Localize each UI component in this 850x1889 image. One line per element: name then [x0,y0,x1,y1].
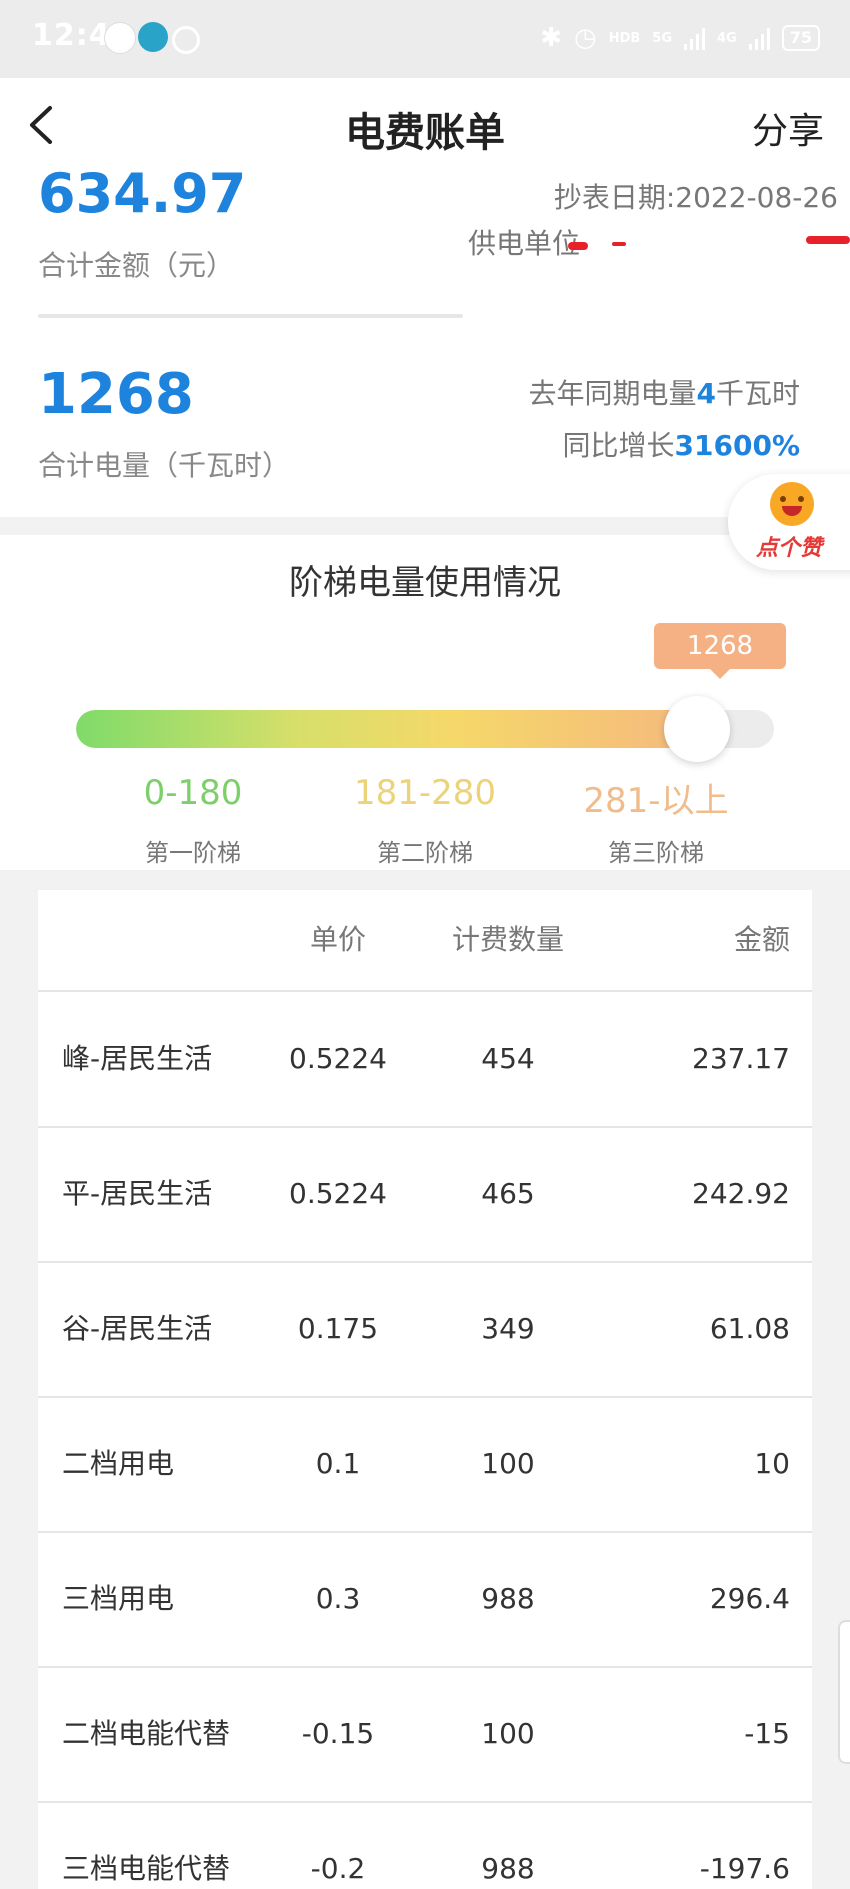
row-unit-price: 0.175 [297,1312,379,1345]
total-energy-label: 合计电量（千瓦时） [38,449,291,482]
redaction-mark [806,236,850,244]
table-row: 峰-居民生活 0.5224 454 237.17 [38,991,812,1128]
yoy-growth-value: 31600% [674,429,800,462]
status-bar: 12:49 ✱ ◷ HDB 5G 4G 75 [0,0,850,78]
bubble-tail [710,669,730,679]
row-amount: 237.17 [692,1042,790,1075]
row-billed-quantity: 465 [481,1177,535,1210]
row-unit-price: -0.2 [310,1852,366,1885]
row-billed-quantity: 100 [481,1717,535,1750]
row-amount: -15 [744,1717,790,1750]
alarm-icon: ◷ [574,23,597,53]
supply-unit-label: 供电单位 [468,227,581,260]
like-button[interactable]: 点个赞 [728,474,850,570]
tier-progress-fill [76,710,704,748]
row-item-name: 平-居民生活 [62,1177,213,1210]
table-row: 二档电能代替 -0.15 100 -15 [38,1666,812,1803]
table-row: 平-居民生活 0.5224 465 242.92 [38,1126,812,1263]
row-amount: 61.08 [709,1312,790,1345]
row-billed-quantity: 349 [481,1312,535,1345]
row-item-name: 三档用电 [62,1582,175,1615]
bill-summary: 634.97 合计金额（元） 抄表日期:2022-08-26 供电单位 1268… [0,162,850,517]
row-amount: 242.92 [692,1177,790,1210]
table-header-row: 单价 计费数量 金额 [38,890,812,992]
redaction-mark [568,242,588,250]
tier-usage-section: 阶梯电量使用情况 1268 0-180 181-280 281-以上 第一阶梯 … [0,535,850,870]
tier-usage-title: 阶梯电量使用情况 [289,563,561,603]
table-row: 三档电能代替 -0.2 988 -197.6 [38,1801,812,1889]
row-billed-quantity: 454 [481,1042,535,1075]
last-year-energy-prefix: 去年同期电量 [528,377,697,410]
current-usage-bubble: 1268 [654,623,786,669]
battery-icon: 75 [781,25,820,51]
like-label: 点个赞 [756,536,823,561]
row-item-name: 峰-居民生活 [62,1042,213,1075]
timer-notification-icon [172,26,200,54]
grid-app-notification-icon [138,22,168,52]
header-billed-quantity: 计费数量 [451,923,564,956]
table-row: 三档用电 0.3 988 296.4 [38,1531,812,1668]
signal-5g-icon [684,26,706,50]
charges-table: 单价 计费数量 金额 峰-居民生活 0.5224 454 237.17 平-居民生活 0.… [38,890,812,1889]
row-unit-price: 0.5224 [289,1177,387,1210]
header-unit-price: 单价 [309,923,366,956]
last-year-energy: 去年同期电量4千瓦时 [528,372,800,412]
row-unit-price: -0.15 [301,1717,375,1750]
smile-emoji-icon [770,482,814,526]
status-indicators: ✱ ◷ HDB 5G 4G 75 [540,22,820,54]
signal-4g-icon [748,26,770,50]
row-amount: 10 [754,1447,790,1480]
redaction-mark [612,242,626,246]
row-unit-price: 0.5224 [289,1042,387,1075]
yoy-growth: 同比增长31600% [563,424,800,464]
tier-1-name: 第一阶梯 [145,839,241,867]
row-billed-quantity: 988 [481,1852,535,1885]
hd-indicator: HDB [608,30,641,46]
total-amount-label: 合计金额（元） [38,249,235,282]
total-amount: 634.97 [38,162,247,225]
row-billed-quantity: 988 [481,1582,535,1615]
row-item-name: 谷-居民生活 [62,1312,213,1345]
row-amount: -197.6 [699,1852,790,1885]
page-title: 电费账单 [345,110,505,156]
side-drawer-handle[interactable] [838,1620,850,1764]
app-header: 电费账单 分享 [0,78,850,172]
yoy-growth-prefix: 同比增长 [562,429,675,462]
network-5g-label: 5G [652,30,673,46]
tier-2-name: 第二阶梯 [377,839,473,867]
header-amount: 金额 [733,923,790,956]
row-item-name: 二档电能代替 [62,1717,231,1750]
tier-progress-thumb [664,696,730,762]
last-year-energy-value: 4 [696,377,716,410]
row-item-name: 三档电能代替 [62,1852,231,1885]
meter-reading-date: 抄表日期:2022-08-26 [553,181,838,214]
summary-divider [38,314,463,318]
tier-2-range: 181-280 [353,773,497,813]
tier-1-range: 0-180 [143,773,243,813]
tier-3-name: 第三阶梯 [608,839,704,867]
sina-notification-icon [104,22,136,54]
total-energy: 1268 [38,362,194,427]
bluetooth-icon: ✱ [540,23,563,53]
network-4g-label: 4G [717,30,737,46]
row-item-name: 二档用电 [62,1447,175,1480]
tier-3-range: 281-以上 [583,781,729,821]
row-amount: 296.4 [709,1582,790,1615]
row-billed-quantity: 100 [481,1447,535,1480]
table-row: 二档用电 0.1 100 10 [38,1396,812,1533]
table-row: 谷-居民生活 0.175 349 61.08 [38,1261,812,1398]
row-unit-price: 0.3 [315,1582,361,1615]
share-button[interactable]: 分享 [752,102,824,154]
row-unit-price: 0.1 [315,1447,361,1480]
last-year-energy-unit: 千瓦时 [715,377,800,410]
